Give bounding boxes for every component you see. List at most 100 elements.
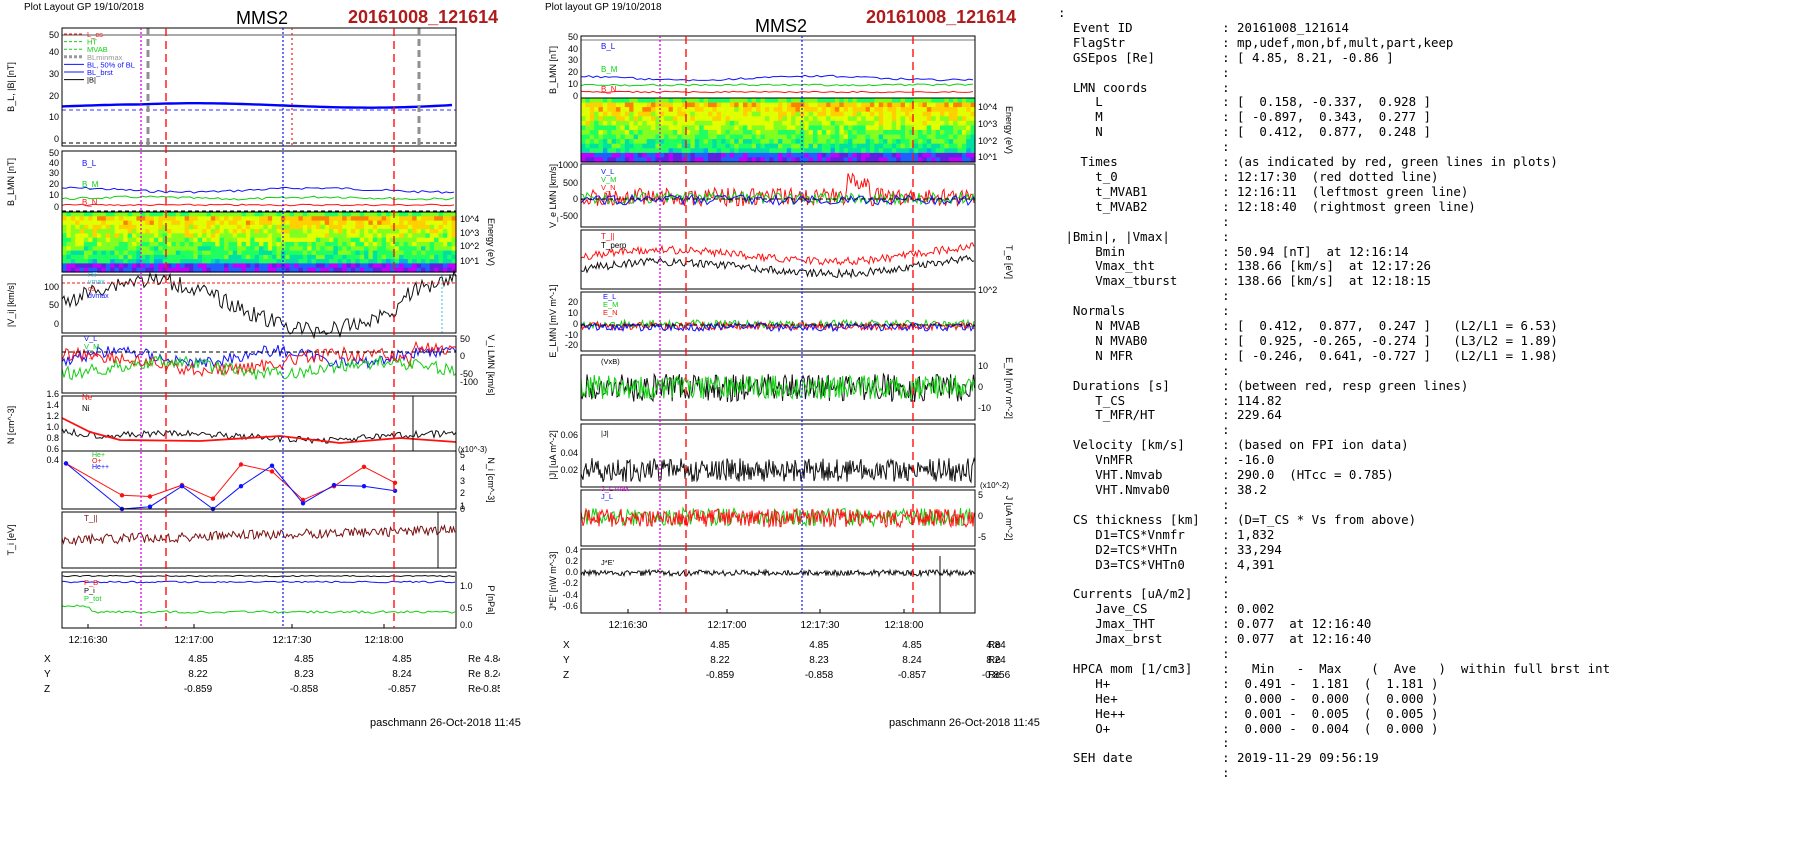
spectrogram-cell <box>721 98 727 104</box>
spectrogram-cell <box>734 116 740 122</box>
spectrogram-cell <box>861 152 867 159</box>
spectrogram-cell <box>874 116 880 122</box>
spectrogram-cell <box>852 134 858 140</box>
spectrogram-cell <box>594 152 600 159</box>
summary-line: Jave_CS : 0.002 <box>1058 601 1275 617</box>
spectrogram-cell <box>734 98 740 104</box>
spectrogram-cell <box>869 111 875 117</box>
spectrogram-cell <box>896 116 902 122</box>
panel-frame-8 <box>580 548 976 614</box>
summary-line: |Bmin|, |Vmax| : <box>1058 228 1230 244</box>
spectrogram-cell <box>712 143 718 149</box>
spectrogram-cell <box>686 111 692 117</box>
spectrogram-cell <box>620 107 626 113</box>
spectrogram-cell <box>751 152 757 159</box>
x-tick-label: 12:17:00 <box>708 620 747 631</box>
spectrogram-cell <box>686 98 692 104</box>
spectrogram-cell <box>848 98 853 104</box>
spectrogram-cell <box>896 120 902 127</box>
spectrogram-cell <box>694 139 700 145</box>
spectrogram-cell <box>629 107 635 113</box>
spectrogram-cell <box>581 148 586 154</box>
summary-line: t_MVAB1 : 12:16:11 (leftmost green line) <box>1058 183 1469 199</box>
spectrogram-cell <box>629 125 635 131</box>
spectrogram-cell <box>913 98 919 104</box>
y-tick-label: 10^4 <box>978 102 997 112</box>
spectrogram-cell <box>944 143 950 149</box>
spectrogram-cell <box>751 116 757 122</box>
spectrogram-cell <box>594 111 600 117</box>
spectrogram-cell <box>826 116 832 122</box>
summary-line: T_CS : 114.82 <box>1058 392 1282 408</box>
spectrogram-cell <box>769 120 775 127</box>
spectrogram-cell <box>966 143 972 149</box>
spectrogram-cell <box>756 120 762 127</box>
spectrogram-cell <box>624 134 630 140</box>
spectrogram-cell <box>708 116 713 122</box>
spectrogram-cell <box>922 152 928 159</box>
spectrogram-cell <box>756 111 762 117</box>
spectrogram-cell <box>804 148 810 154</box>
spectrogram-cell <box>607 148 613 154</box>
spectrogram-cell <box>953 120 959 127</box>
spectrogram-cell <box>668 107 674 113</box>
y-tick-label: 0.0 <box>565 567 578 577</box>
spectrogram-cell <box>887 111 893 117</box>
spectrogram-cell <box>712 152 718 159</box>
spectrogram-cell <box>966 130 972 136</box>
spectrogram-cell <box>751 143 757 149</box>
spectrogram-cell <box>616 98 621 104</box>
spectrogram-cell <box>826 134 832 140</box>
spectrogram-cell <box>905 111 910 117</box>
spectrogram-cell <box>646 107 652 113</box>
spectrogram-cell <box>581 116 586 122</box>
spectrogram-cell <box>830 130 836 136</box>
spectrogram-cell <box>664 102 670 108</box>
spectrogram-cell <box>589 143 595 149</box>
spectrogram-cell <box>826 130 832 136</box>
spectrogram-cell <box>883 125 889 131</box>
spectrogram-cell <box>830 98 836 104</box>
spectrogram-cell <box>843 148 849 154</box>
y-tick-label: -500 <box>560 211 578 221</box>
spectrogram-cell <box>646 102 652 108</box>
spectrogram-cell <box>708 120 713 127</box>
spectrogram-cell <box>725 130 731 136</box>
spectrogram-cell <box>795 152 801 159</box>
legend-label: (VxB) <box>601 357 620 366</box>
spectrogram-cell <box>839 125 845 131</box>
spectrogram-cell <box>913 102 919 108</box>
spectrogram-cell <box>598 111 604 117</box>
spectrogram-cell <box>747 152 753 159</box>
position-value: 4.85 <box>902 640 922 651</box>
summary-line: N MVAB : [ 0.412, 0.877, 0.247 ] (L2/L1 … <box>1058 318 1558 334</box>
spectrogram-cell <box>633 120 639 127</box>
spectrogram-cell <box>791 134 797 140</box>
spectrogram-cell <box>598 107 604 113</box>
spectrogram-cell <box>633 125 639 131</box>
spectrogram-cell <box>817 107 823 113</box>
spectrogram-cell <box>804 120 810 127</box>
spectrogram-cell <box>817 120 823 127</box>
spectrogram-cell <box>760 111 766 117</box>
x-tick-label: 12:16:30 <box>609 620 648 631</box>
spectrogram-cell <box>686 120 692 127</box>
spectrogram-cell <box>874 102 880 108</box>
summary-line: Vmax_tht : 138.66 [km/s] at 12:17:26 <box>1058 258 1431 274</box>
spectrogram-cell <box>664 107 670 113</box>
spectrogram-cell <box>607 143 613 149</box>
spectrogram-cell <box>642 139 648 145</box>
spectrogram-cell <box>738 143 744 149</box>
spectrogram-cell <box>668 111 674 117</box>
electron-energy-spectrogram <box>581 98 976 163</box>
spectrogram-cell <box>764 120 770 127</box>
spectrogram-cell <box>756 148 762 154</box>
spectrogram-cell <box>856 143 862 149</box>
spectrogram-cell <box>677 130 683 136</box>
spectrogram-cell <box>804 102 810 108</box>
spectrogram-cell <box>808 148 814 154</box>
summary-line: D1=TCS*Vnmfr : 1,832 <box>1058 526 1275 542</box>
spectrogram-cell <box>848 120 853 127</box>
spectrogram-cell <box>883 134 889 140</box>
spectrogram-cell <box>918 98 924 104</box>
